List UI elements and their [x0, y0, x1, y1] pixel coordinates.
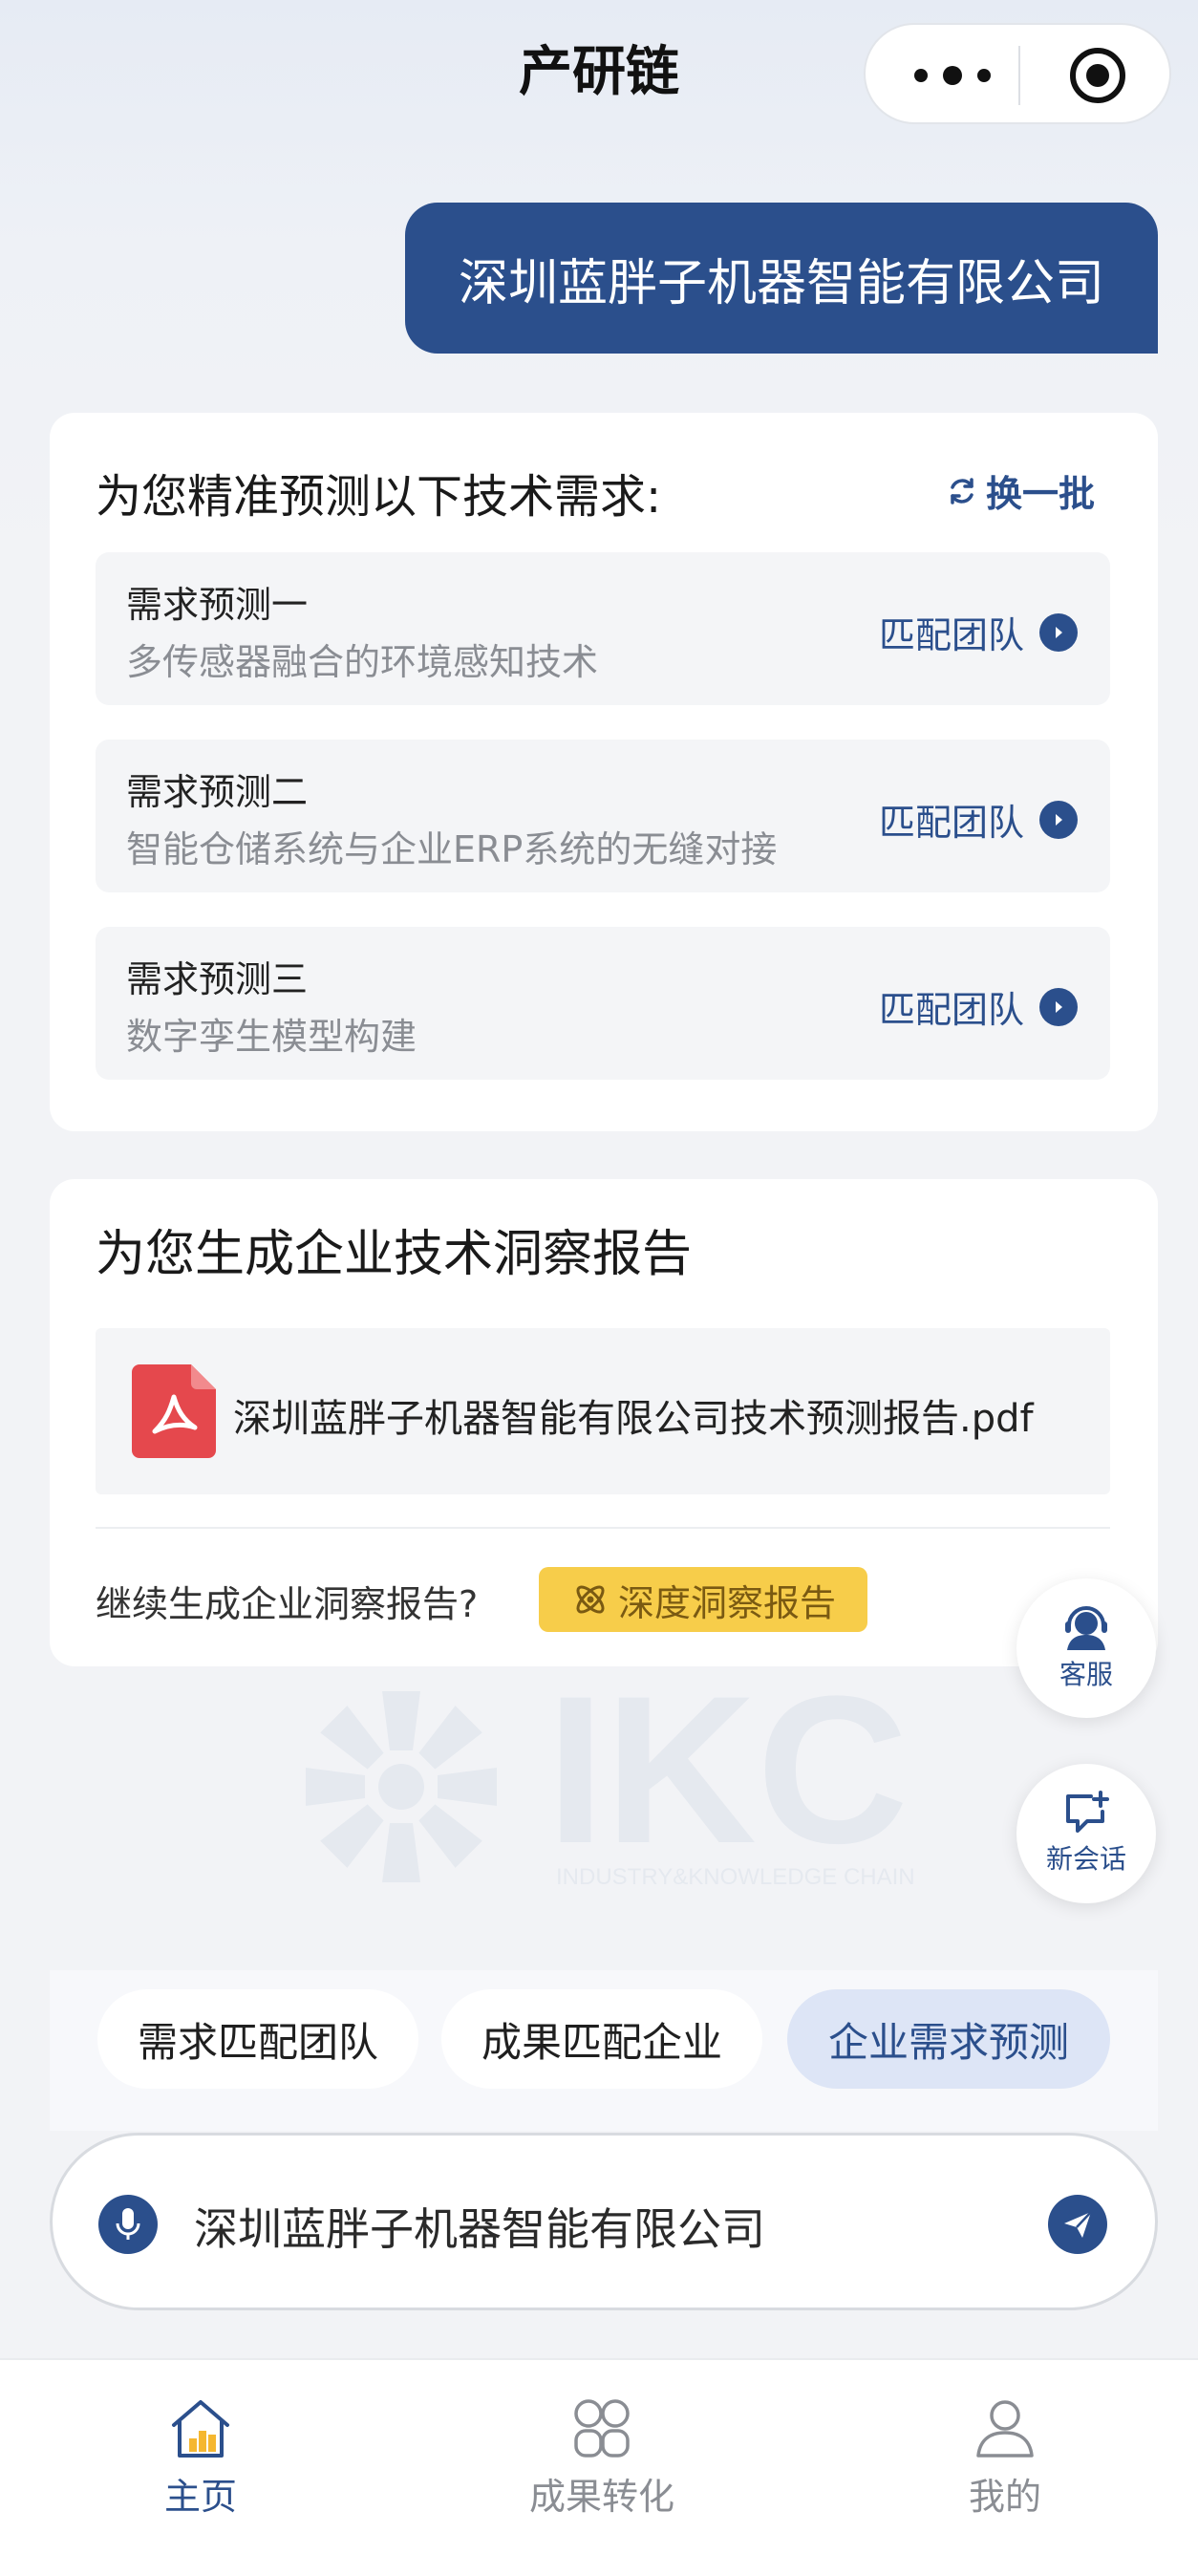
card-divider	[96, 1527, 1110, 1529]
user-icon	[976, 2400, 1034, 2458]
user-message-bubble: 深圳蓝胖子机器智能有限公司	[405, 203, 1158, 354]
refresh-icon	[951, 477, 973, 504]
arrow-right-icon	[1039, 987, 1078, 1026]
prediction-title: 需求预测三	[126, 958, 309, 1000]
prediction-desc: 智能仓储系统与企业ERP系统的无缝对接	[126, 828, 778, 870]
grid-icon	[574, 2399, 630, 2458]
nav-results-label: 成果转化	[528, 2476, 674, 2518]
watermark-tagline: INDUSTRY&KNOWLEDGE CHAIN	[556, 1864, 915, 1890]
atom-icon	[576, 1585, 605, 1614]
file-name: 深圳蓝胖子机器智能有限公司技术预测报告.pdf	[233, 1397, 1034, 1441]
prediction-row: 需求预测二 智能仓储系统与企业ERP系统的无缝对接 匹配团队	[96, 740, 1110, 892]
nav-mine[interactable]: 我的	[900, 2396, 1110, 2520]
chip-results-match-enterprise[interactable]: 成果匹配企业	[441, 1989, 762, 2089]
continue-prompt: 继续生成企业洞察报告?	[96, 1583, 479, 1625]
watermark-logo-text: IKC	[546, 1682, 909, 1887]
match-team-label: 匹配团队	[878, 614, 1024, 656]
match-team-button[interactable]: 匹配团队	[879, 980, 1078, 1033]
nav-home[interactable]: 主页	[96, 2396, 306, 2520]
send-icon[interactable]	[1048, 2195, 1107, 2254]
arrow-right-icon	[1039, 800, 1078, 839]
message-input[interactable]: 深圳蓝胖子机器智能有限公司	[50, 2133, 1158, 2310]
customer-service-icon	[1065, 1606, 1107, 1650]
ikc-watermark-logo: IKC INDUSTRY&KNOWLEDGE CHAIN	[306, 1682, 915, 1890]
nav-results[interactable]: 成果转化	[497, 2396, 707, 2520]
prediction-row: 需求预测一 多传感器融合的环境感知技术 匹配团队	[96, 552, 1110, 705]
report-file[interactable]: 深圳蓝胖子机器智能有限公司技术预测报告.pdf	[96, 1328, 1110, 1494]
match-team-label: 匹配团队	[878, 989, 1024, 1031]
chip-demand-match-team[interactable]: 需求匹配团队	[97, 1989, 418, 2089]
customer-service-label: 客服	[1059, 1659, 1113, 1690]
deep-report-button[interactable]: 深度洞察报告	[539, 1567, 867, 1632]
report-heading: 为您生成企业技术洞察报告	[96, 1226, 693, 1283]
prediction-row: 需求预测三 数字孪生模型构建 匹配团队	[96, 927, 1110, 1080]
match-team-button[interactable]: 匹配团队	[879, 606, 1078, 658]
chip-enterprise-demand-forecast[interactable]: 企业需求预测	[787, 1989, 1110, 2089]
prediction-title: 需求预测一	[126, 584, 309, 626]
home-icon	[172, 2400, 229, 2458]
more-dots-icon[interactable]	[909, 61, 995, 90]
new-session-label: 新会话	[1045, 1843, 1126, 1875]
nav-home-label: 主页	[163, 2476, 237, 2518]
prediction-title: 需求预测二	[126, 771, 309, 813]
match-team-label: 匹配团队	[878, 802, 1024, 844]
prediction-heading: 为您精准预测以下技术需求:	[96, 470, 662, 524]
arrow-right-icon	[1039, 612, 1078, 652]
prediction-desc: 多传感器融合的环境感知技术	[126, 641, 599, 683]
mini-program-capsule	[864, 23, 1171, 124]
input-value: 深圳蓝胖子机器智能有限公司	[194, 2203, 765, 2255]
target-circle-icon[interactable]	[1068, 46, 1127, 105]
bottom-nav: 主页 成果转化 我的	[0, 2358, 1198, 2576]
new-chat-icon	[1066, 1791, 1109, 1833]
refresh-button[interactable]: 换一批	[946, 464, 1095, 517]
capsule-divider	[1018, 46, 1020, 105]
pdf-file-icon	[132, 1364, 216, 1458]
new-session-button[interactable]: 新会话	[1016, 1764, 1156, 1903]
prediction-desc: 数字孪生模型构建	[126, 1016, 417, 1058]
nav-mine-label: 我的	[968, 2476, 1041, 2518]
deep-report-label: 深度洞察报告	[617, 1581, 836, 1624]
match-team-button[interactable]: 匹配团队	[879, 793, 1078, 846]
refresh-label: 换一批	[986, 473, 1096, 515]
microphone-icon[interactable]	[98, 2195, 158, 2254]
customer-service-button[interactable]: 客服	[1016, 1578, 1156, 1718]
